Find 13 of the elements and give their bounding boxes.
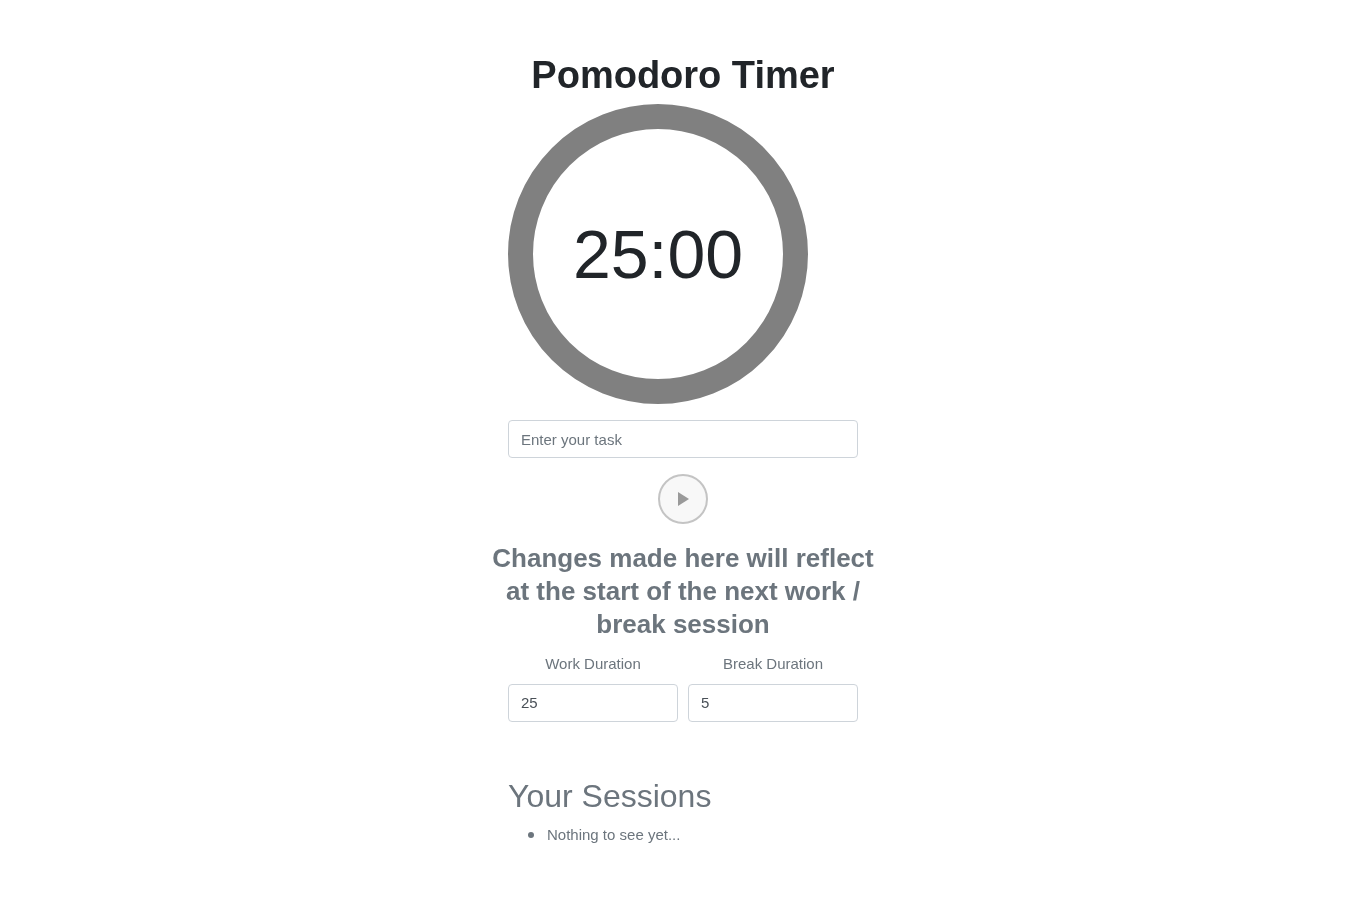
notice-text: Changes made here will reflect at the start of the next work / break session	[492, 542, 874, 641]
timer-display: 25:00	[572, 215, 744, 294]
field-label: Work Duration	[544, 654, 642, 674]
field-label: Break Duration	[721, 654, 825, 674]
session-item: Nothing to see yet...	[547, 824, 681, 845]
play-icon	[677, 492, 689, 506]
bullet-icon	[528, 831, 534, 838]
duration-input[interactable]: 5	[688, 683, 858, 722]
duration-input[interactable]: 25	[508, 683, 678, 722]
task-input[interactable]: Enter your task	[508, 420, 858, 458]
page-title: Pomodoro Timer	[530, 53, 836, 98]
play-button[interactable]	[658, 474, 708, 524]
sessions-heading: Your Sessions	[508, 776, 713, 816]
